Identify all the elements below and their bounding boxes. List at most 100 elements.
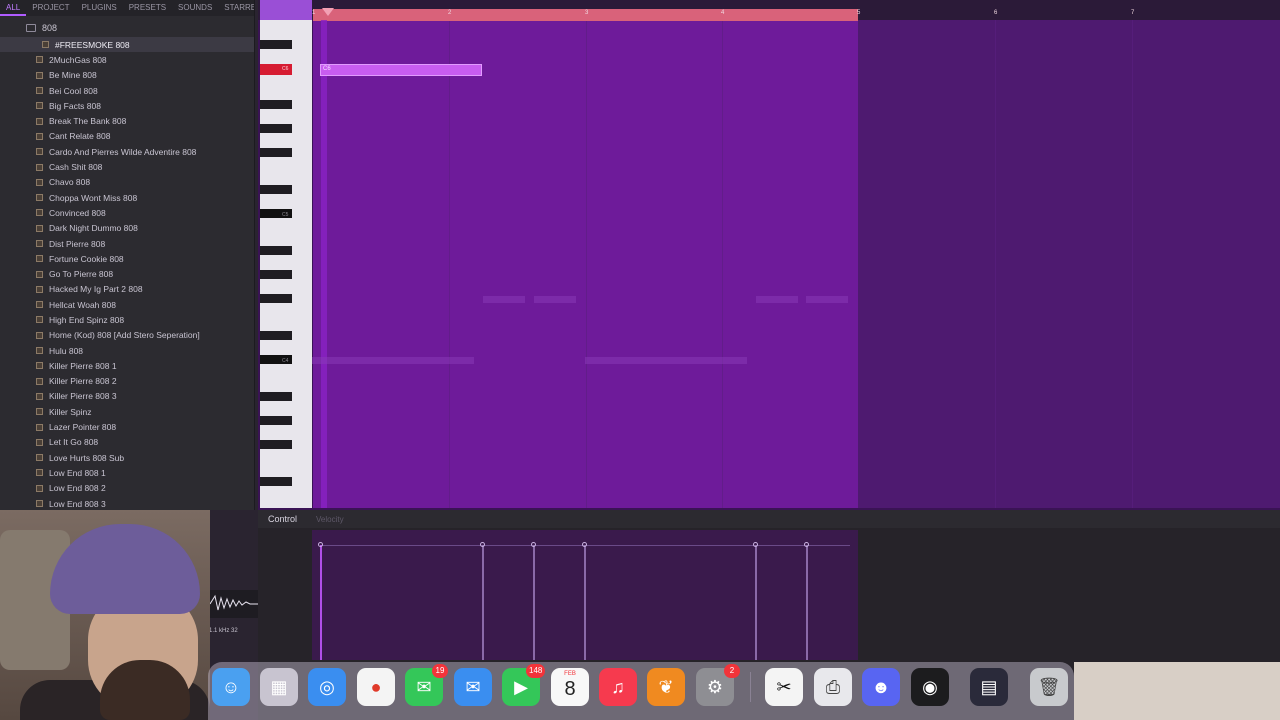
midi-note[interactable]: C6 xyxy=(320,64,482,76)
black-key[interactable] xyxy=(260,124,292,133)
black-key[interactable] xyxy=(260,185,292,194)
audio-file-icon xyxy=(36,102,43,110)
velocity-bar[interactable] xyxy=(533,545,535,660)
chrome-icon[interactable]: ● xyxy=(357,668,395,706)
trash-icon[interactable]: 🗑 xyxy=(1030,668,1068,706)
file-label: Lazer Pointer 808 xyxy=(49,422,117,433)
calendar-icon[interactable]: FEB 8 xyxy=(551,668,589,706)
black-key[interactable] xyxy=(260,331,292,340)
audio-file-icon xyxy=(36,240,43,247)
file-item[interactable]: Dist Pierre 808 xyxy=(0,236,254,251)
file-item[interactable]: Bei Cool 808 xyxy=(0,83,254,98)
file-item[interactable]: Be Mine 808 xyxy=(0,68,254,83)
file-item[interactable]: Lazer Pointer 808 xyxy=(0,419,254,434)
piano-roll-grid-inactive[interactable] xyxy=(858,20,1280,508)
velocity-handle[interactable] xyxy=(531,542,536,547)
audio-file-icon xyxy=(36,224,43,232)
black-key[interactable] xyxy=(260,477,292,486)
file-item[interactable]: Dark Night Dummo 808 xyxy=(0,221,254,236)
audio-file-icon xyxy=(36,392,43,400)
black-key[interactable] xyxy=(260,294,292,303)
velocity-handle[interactable] xyxy=(318,542,323,547)
mail-icon[interactable]: ✉ xyxy=(454,668,492,706)
dock-separator xyxy=(750,672,751,702)
file-item[interactable]: Killer Pierre 808 1 xyxy=(0,358,254,373)
file-item[interactable]: Home (Kod) 808 [Add Stero Seperation] xyxy=(0,328,254,343)
file-item[interactable]: Big Facts 808 xyxy=(0,98,254,113)
black-key[interactable] xyxy=(260,416,292,425)
audio-file-icon xyxy=(42,41,49,49)
grid-bar-line xyxy=(586,20,587,508)
file-item[interactable]: Cardo And Pierres Wilde Adventire 808 xyxy=(0,144,254,159)
file-item[interactable]: Killer Pierre 808 2 xyxy=(0,374,254,389)
velocity-bar[interactable] xyxy=(482,545,484,660)
file-item[interactable]: Hellcat Woah 808 xyxy=(0,297,254,312)
file-item[interactable]: Low End 808 3 xyxy=(0,496,254,510)
velocity-handle[interactable] xyxy=(480,542,485,547)
tab-all[interactable]: ALL xyxy=(0,0,27,16)
file-item[interactable]: Killer Spinz xyxy=(0,404,254,419)
file-item[interactable]: Hacked My Ig Part 2 808 xyxy=(0,282,254,297)
file-label: Cash Shit 808 xyxy=(49,162,103,173)
tab-sounds[interactable]: SOUNDS xyxy=(172,0,218,16)
audio-file-icon xyxy=(36,484,43,492)
file-item[interactable]: Low End 808 1 xyxy=(0,465,254,480)
black-key[interactable] xyxy=(260,270,292,279)
velocity-handle[interactable] xyxy=(582,542,587,547)
velocity-bar[interactable] xyxy=(320,545,322,660)
file-item[interactable]: Let It Go 808 xyxy=(0,435,254,450)
file-item[interactable]: Cash Shit 808 xyxy=(0,159,254,174)
velocity-bar[interactable] xyxy=(584,545,586,660)
velocity-bar[interactable] xyxy=(806,545,808,660)
tab-plugins[interactable]: PLUGINS xyxy=(76,0,123,16)
file-item[interactable]: 2MuchGas 808 xyxy=(0,52,254,67)
black-key[interactable] xyxy=(260,40,292,49)
tab-project[interactable]: PROJECT xyxy=(26,0,75,16)
downloads-stack-icon[interactable]: ▤ xyxy=(970,668,1008,706)
discord-icon[interactable]: ☻ xyxy=(862,668,900,706)
printer-icon[interactable]: ⎙ xyxy=(814,668,852,706)
file-item[interactable]: Low End 808 2 xyxy=(0,481,254,496)
black-key[interactable] xyxy=(260,392,292,401)
file-item[interactable]: Go To Pierre 808 xyxy=(0,266,254,281)
file-item[interactable]: Killer Pierre 808 3 xyxy=(0,389,254,404)
tab-starred[interactable]: STARRED xyxy=(218,0,254,16)
file-item[interactable]: Choppa Wont Miss 808 xyxy=(0,190,254,205)
black-key[interactable] xyxy=(260,100,292,109)
file-item[interactable]: Hulu 808 xyxy=(0,343,254,358)
control-selector[interactable]: Control xyxy=(268,514,297,524)
note-label: C6 xyxy=(323,66,331,72)
file-item[interactable]: #FREESMOKE 808 xyxy=(0,37,254,53)
finder-icon[interactable]: ☺ xyxy=(212,668,250,706)
tab-presets[interactable]: PRESETS xyxy=(123,0,172,16)
file-item[interactable]: High End Spinz 808 xyxy=(0,312,254,327)
obs-icon[interactable]: ◉ xyxy=(911,668,949,706)
velocity-handle[interactable] xyxy=(804,542,809,547)
file-item[interactable]: Convinced 808 xyxy=(0,205,254,220)
launchpad-icon[interactable]: ▦ xyxy=(260,668,298,706)
settings-badge: 2 xyxy=(724,664,740,678)
file-list: #FREESMOKE 808 2MuchGas 808 Be Mine 808 … xyxy=(0,37,254,510)
music-icon[interactable]: ♫ xyxy=(599,668,637,706)
black-key[interactable] xyxy=(260,246,292,255)
velocity-handle[interactable] xyxy=(753,542,758,547)
piano-keyboard[interactable]: C6 C5 C4 xyxy=(260,20,312,508)
black-key[interactable] xyxy=(260,148,292,157)
file-item[interactable]: Chavo 808 xyxy=(0,175,254,190)
audio-file-icon xyxy=(36,362,43,370)
capcut-icon[interactable]: ✂ xyxy=(765,668,803,706)
file-item[interactable]: Love Hurts 808 Sub xyxy=(0,450,254,465)
file-item[interactable]: Cant Relate 808 xyxy=(0,129,254,144)
file-item[interactable]: Break The Bank 808 xyxy=(0,113,254,128)
audio-file-icon xyxy=(36,148,43,156)
key-label: C6 xyxy=(282,66,289,72)
black-key[interactable] xyxy=(260,440,292,449)
playhead-marker-icon[interactable] xyxy=(322,8,334,16)
folder-icon xyxy=(26,24,36,32)
file-item[interactable]: Fortune Cookie 808 xyxy=(0,251,254,266)
bar-number: 2 xyxy=(448,10,452,16)
folder-808[interactable]: 808 xyxy=(0,20,254,36)
fl-studio-icon[interactable]: ❦ xyxy=(647,668,685,706)
velocity-bar[interactable] xyxy=(755,545,757,660)
safari-icon[interactable]: ◎ xyxy=(308,668,346,706)
